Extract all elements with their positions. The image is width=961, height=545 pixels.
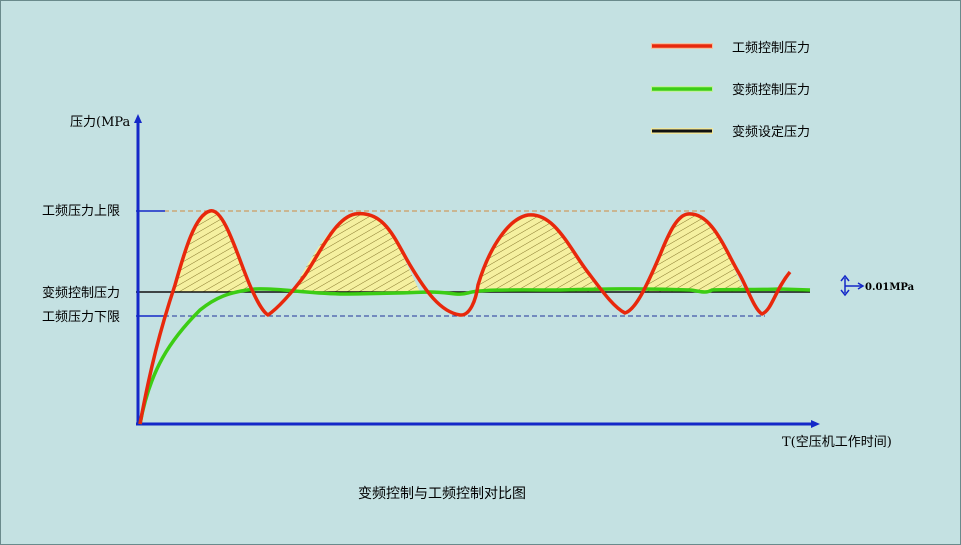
x-axis-label: T(空压机工作时间) (782, 435, 892, 450)
pressure-comparison-diagram: 工频压力上限 变频控制压力 工频压力下限 压力(MPa T(空压机工作时间) 0… (42, 41, 915, 502)
hatched-area-3 (475, 214, 600, 292)
legend: 工频控制压力 变频控制压力 变频设定压力 (651, 41, 810, 140)
legend-label-power-freq: 工频控制压力 (732, 41, 810, 56)
upper-limit-label: 工频压力上限 (42, 204, 120, 219)
vfd-pressure-curve (138, 287, 811, 425)
y-axis-label: 压力(MPa (70, 115, 131, 130)
precision-label: 0.01MPa (865, 282, 915, 293)
precision-indicator: 0.01MPa (840, 274, 915, 297)
diagram-title: 变频控制与工频控制对比图 (358, 486, 526, 502)
hatched-area-2 (292, 213, 420, 292)
lower-limit-label: 工频压力下限 (42, 310, 120, 325)
hatched-areas (172, 210, 745, 292)
legend-label-setpoint: 变频设定压力 (732, 124, 810, 140)
setpoint-label: 变频控制压力 (42, 285, 120, 301)
legend-label-vfd: 变频控制压力 (732, 82, 810, 98)
